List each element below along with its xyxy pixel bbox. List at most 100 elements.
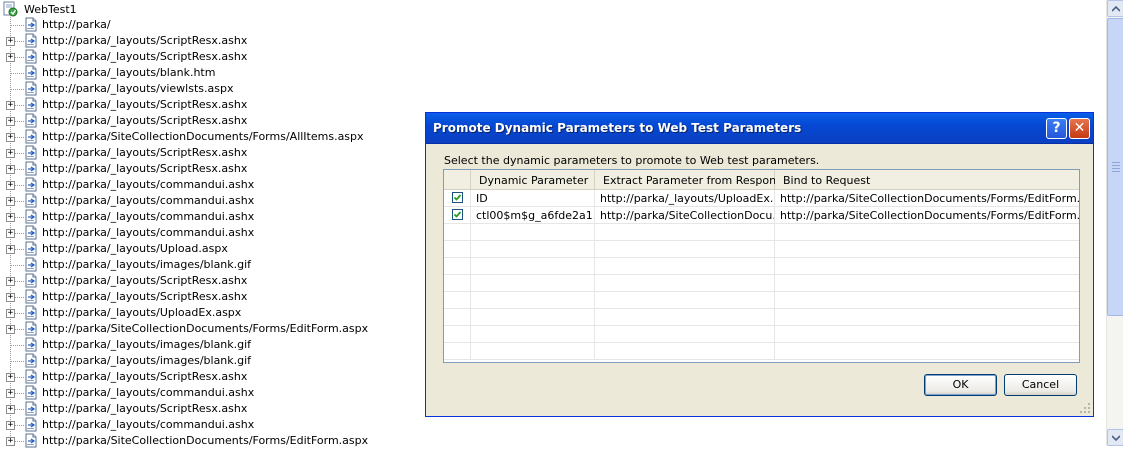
expand-icon[interactable]: + [6, 197, 15, 206]
scroll-up-button[interactable] [1107, 0, 1123, 17]
tree-request-row[interactable]: + http://parka/_layouts/commandui.ashx [0, 193, 400, 209]
tree-request-row[interactable]: + http://parka/_layouts/commandui.ashx [0, 385, 400, 401]
tree-request-row[interactable]: + http://parka/_layouts/ScriptResx.ashx [0, 97, 400, 113]
tree-connector [11, 89, 24, 90]
expand-icon[interactable]: + [6, 229, 15, 238]
cell-extract-parameter[interactable]: http://parka/_layouts/UploadEx... [595, 190, 775, 207]
tree-request-url: http://parka/_layouts/commandui.ashx [42, 210, 255, 223]
expand-icon[interactable]: + [6, 437, 15, 446]
empty-cell [595, 258, 775, 275]
expand-icon[interactable]: + [6, 245, 15, 254]
tree-request-url: http://parka/_layouts/ScriptResx.ashx [42, 162, 248, 175]
cell-dynamic-parameter[interactable]: ctl00$m$g_a6fde2a1... [471, 207, 595, 224]
expand-icon[interactable]: + [6, 277, 15, 286]
scroll-down-button[interactable] [1107, 429, 1123, 446]
column-header-dynamic-parameter[interactable]: Dynamic Parameter [471, 170, 595, 190]
tree-request-url: http://parka/ [42, 18, 111, 31]
request-icon [25, 225, 37, 240]
expand-icon[interactable]: + [6, 389, 15, 398]
tree-request-row[interactable]: + http://parka/_layouts/commandui.ashx [0, 209, 400, 225]
tree-request-url: http://parka/_layouts/ScriptResx.ashx [42, 370, 248, 383]
tree-request-row[interactable]: + http://parka/_layouts/commandui.ashx [0, 417, 400, 433]
empty-cell [444, 343, 471, 360]
expand-icon[interactable]: + [6, 405, 15, 414]
expand-icon[interactable]: + [6, 213, 15, 222]
tree-request-row[interactable]: + http://parka/_layouts/ScriptResx.ashx [0, 273, 400, 289]
tree-request-row[interactable]: + http://parka/_layouts/ScriptResx.ashx [0, 289, 400, 305]
cell-bind-to-request[interactable]: http://parka/SiteCollectionDocuments/For… [775, 207, 1079, 224]
tree-request-row[interactable]: http://parka/_layouts/images/blank.gif [0, 337, 400, 353]
empty-cell [471, 343, 595, 360]
tree-request-row[interactable]: + http://parka/_layouts/UploadEx.aspx [0, 305, 400, 321]
request-icon [25, 65, 37, 80]
expand-icon[interactable]: + [6, 133, 15, 142]
tree-request-url: http://parka/_layouts/ScriptResx.ashx [42, 274, 248, 287]
expand-icon[interactable]: + [6, 53, 15, 62]
expand-icon[interactable]: + [6, 165, 15, 174]
expand-icon[interactable]: + [6, 421, 15, 430]
tree-request-row[interactable]: http://parka/_layouts/images/blank.gif [0, 257, 400, 273]
tree-request-row[interactable]: http://parka/_layouts/images/blank.gif [0, 353, 400, 369]
tree-request-row[interactable]: + http://parka/_layouts/ScriptResx.ashx [0, 49, 400, 65]
close-button[interactable]: ✕ [1069, 118, 1090, 139]
expand-icon[interactable]: + [6, 293, 15, 302]
cell-extract-parameter[interactable]: http://parka/SiteCollectionDocu... [595, 207, 775, 224]
check-icon [453, 194, 462, 201]
tree-request-row[interactable]: + http://parka/_layouts/ScriptResx.ashx [0, 33, 400, 49]
expand-icon[interactable]: + [6, 309, 15, 318]
cell-dynamic-parameter-text: ID [476, 192, 488, 205]
expand-icon[interactable]: + [6, 37, 15, 46]
resize-grip-icon[interactable] [1079, 402, 1091, 414]
tree-request-row[interactable]: http://parka/ [0, 17, 400, 33]
row-checkbox-cell[interactable] [444, 190, 471, 207]
tree-request-row[interactable]: http://parka/_layouts/viewlsts.aspx [0, 81, 400, 97]
empty-cell [471, 258, 595, 275]
tree-request-row[interactable]: + http://parka/SiteCollectionDocuments/Fo… [0, 129, 400, 145]
tree-request-row[interactable]: + http://parka/SiteCollectionDocuments/Fo… [0, 321, 400, 337]
dialog-titlebar[interactable]: Promote Dynamic Parameters to Web Test P… [426, 113, 1093, 144]
cell-dynamic-parameter[interactable]: ID [471, 190, 595, 207]
column-header-bind-to-request[interactable]: Bind to Request [775, 170, 1079, 190]
expand-icon[interactable]: + [6, 149, 15, 158]
tree-request-row[interactable]: + http://parka/_layouts/commandui.ashx [0, 177, 400, 193]
column-header-extract-parameter[interactable]: Extract Parameter from Response [595, 170, 789, 190]
empty-cell [595, 326, 775, 343]
cell-bind-to-request[interactable]: http://parka/SiteCollectionDocuments/For… [775, 190, 1079, 207]
tree-request-row[interactable]: + http://parka/_layouts/ScriptResx.ashx [0, 401, 400, 417]
tree-request-url: http://parka/_layouts/images/blank.gif [42, 338, 252, 351]
expand-icon[interactable]: + [6, 117, 15, 126]
expand-icon[interactable]: + [6, 181, 15, 190]
tree-request-row[interactable]: + http://parka/_layouts/ScriptResx.ashx [0, 161, 400, 177]
tree-root[interactable]: WebTest1 [2, 1, 77, 17]
scrollbar-thumb[interactable] [1107, 18, 1123, 316]
request-icon [25, 113, 37, 128]
request-icon [25, 193, 37, 208]
row-checkbox-cell[interactable] [444, 207, 471, 224]
promote-checkbox[interactable] [452, 209, 463, 220]
tree-request-row[interactable]: + http://parka/_layouts/ScriptResx.ashx [0, 113, 400, 129]
tree-request-row[interactable]: + http://parka/_layouts/ScriptResx.ashx [0, 145, 400, 161]
request-icon [25, 289, 37, 304]
promote-checkbox[interactable] [452, 192, 463, 203]
expand-icon[interactable]: + [6, 101, 15, 110]
help-button[interactable]: ? [1046, 118, 1067, 139]
tree-request-row[interactable]: + http://parka/_layouts/ScriptResx.ashx [0, 369, 400, 385]
empty-cell [471, 292, 595, 309]
promote-parameters-dialog: Promote Dynamic Parameters to Web Test P… [425, 112, 1094, 417]
expand-icon[interactable]: + [6, 325, 15, 334]
expand-icon[interactable]: + [6, 373, 15, 382]
request-icon [25, 321, 37, 336]
tree-request-row[interactable]: + http://parka/SiteCollectionDocuments/Fo… [0, 433, 400, 449]
tree-request-url: http://parka/_layouts/ScriptResx.ashx [42, 146, 248, 159]
ok-button[interactable]: OK [924, 374, 997, 396]
tree-request-row[interactable]: http://parka/_layouts/blank.htm [0, 65, 400, 81]
tree-request-row[interactable]: + http://parka/_layouts/commandui.ashx [0, 225, 400, 241]
tree-request-row[interactable]: + http://parka/_layouts/Upload.aspx [0, 241, 400, 257]
request-icon [25, 161, 37, 176]
cancel-button[interactable]: Cancel [1004, 374, 1077, 396]
parameters-grid[interactable]: Dynamic Parameter Extract Parameter from… [443, 169, 1080, 363]
web-test-icon [2, 1, 18, 17]
tree-request-url: http://parka/SiteCollectionDocuments/For… [42, 130, 364, 143]
vertical-scrollbar[interactable] [1106, 0, 1123, 446]
empty-cell [444, 326, 471, 343]
